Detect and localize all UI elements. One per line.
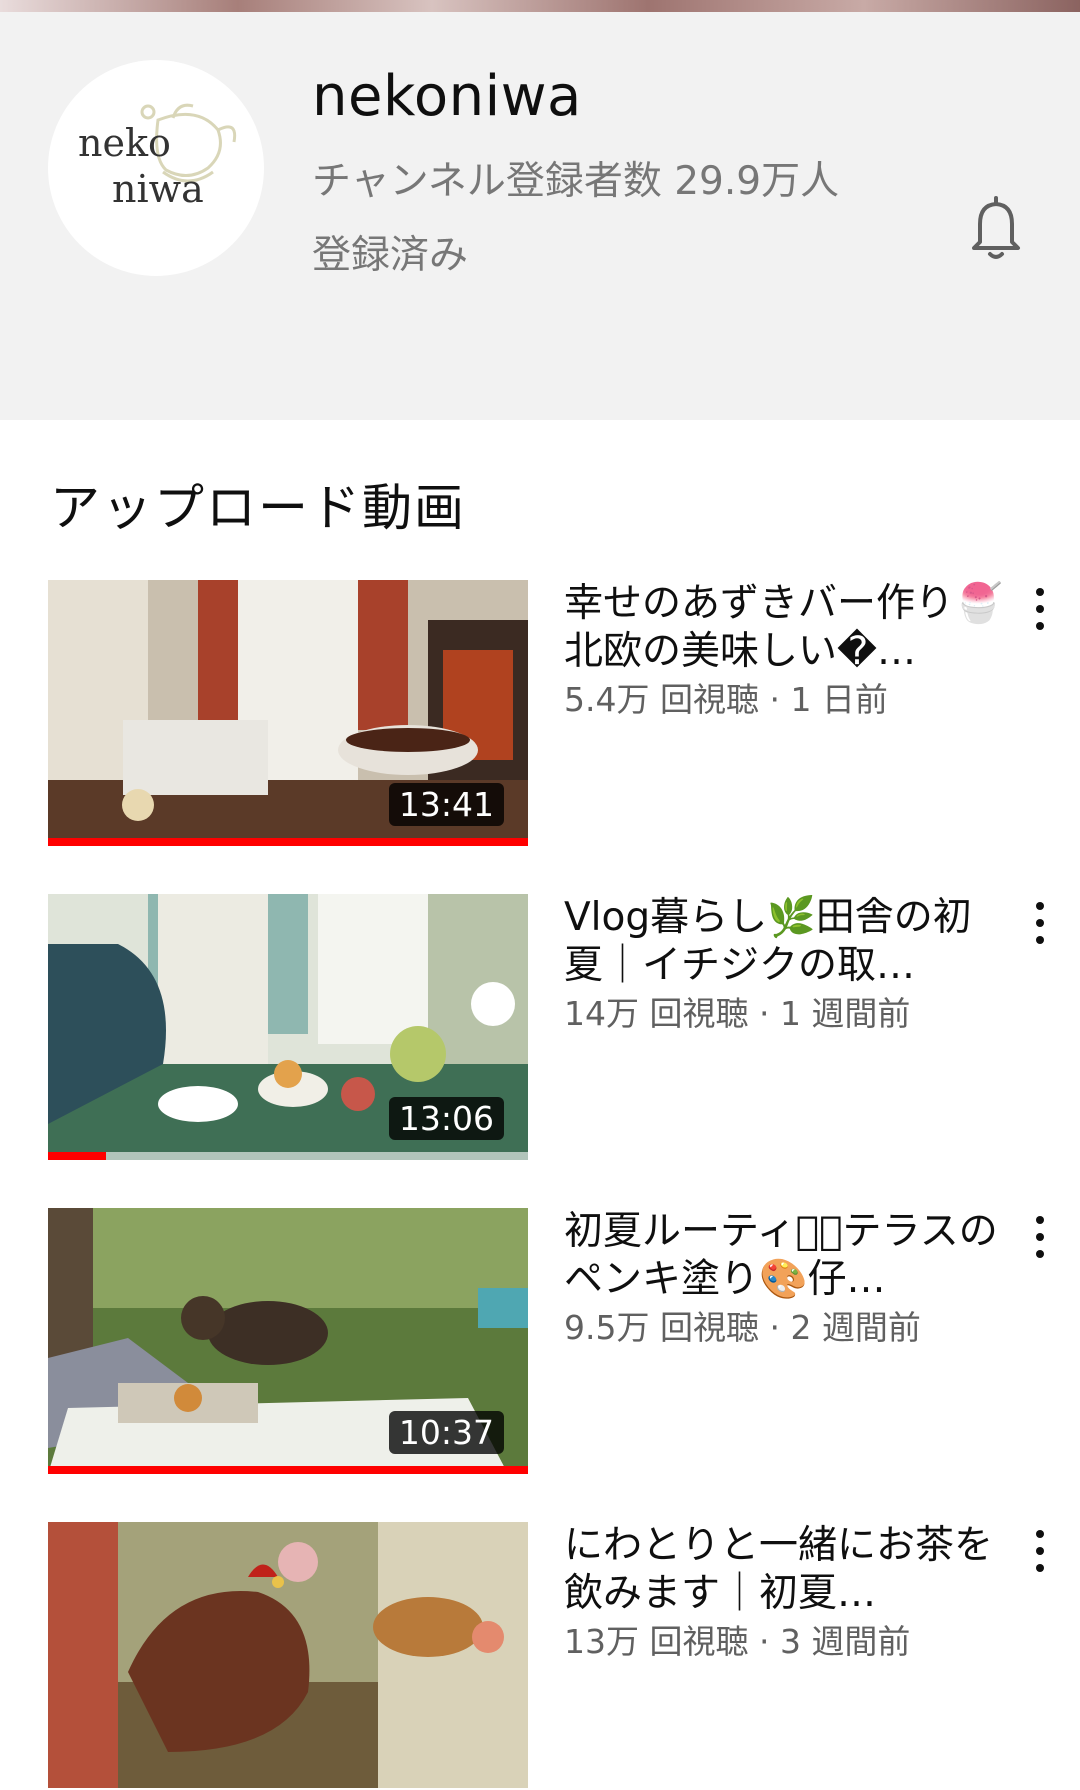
video-title[interactable]: 初夏ルーティン⃒テラスのペンキ塗り🎨仔… [564,1208,1004,1304]
video-duration: 13:06 [388,1097,504,1140]
video-title[interactable]: Vlog暮らし🌿田舎の初夏｜イチジクの取… [564,894,1004,990]
channel-avatar[interactable]: neko niwa [48,60,264,276]
watch-progress [48,1466,528,1474]
channel-name[interactable]: nekoniwa [312,64,582,129]
video-thumbnail[interactable] [48,1522,528,1788]
video-title[interactable]: にわとりと一緒にお茶を飲みます｜初夏… [564,1522,1004,1618]
video-item[interactable]: 13:41 幸せのあずきバー作り🍧北欧の美味しい�… 5.4万 回視聴 · 1 … [0,580,1080,848]
video-thumbnail[interactable]: 10:37 [48,1208,528,1474]
watch-progress [48,838,528,846]
video-item[interactable]: 10:37 初夏ルーティン⃒テラスのペンキ塗り🎨仔… 9.5万 回視聴 · 2 … [0,1208,1080,1476]
more-options-icon[interactable] [1020,1216,1060,1264]
more-options-icon[interactable] [1020,588,1060,636]
watch-progress [48,1152,528,1160]
video-meta: 9.5万 回視聴 · 2 週間前 [564,1308,921,1347]
svg-text:niwa: niwa [112,167,204,211]
video-thumbnail[interactable]: 13:41 [48,580,528,846]
video-duration: 13:41 [388,783,504,826]
video-meta: 14万 回視聴 · 1 週間前 [564,994,911,1033]
video-thumbnail[interactable]: 13:06 [48,894,528,1160]
subscribed-status[interactable]: 登録済み [312,224,468,280]
top-strip [0,0,1080,12]
video-title[interactable]: 幸せのあずきバー作り🍧北欧の美味しい�… [564,580,1004,676]
video-meta: 5.4万 回視聴 · 1 日前 [564,680,888,719]
bell-icon[interactable] [968,192,1024,264]
video-item[interactable]: にわとりと一緒にお茶を飲みます｜初夏… 13万 回視聴 · 3 週間前 [0,1522,1080,1790]
watch-progress-fill [48,1466,528,1474]
video-item[interactable]: 13:06 Vlog暮らし🌿田舎の初夏｜イチジクの取… 14万 回視聴 · 1 … [0,894,1080,1162]
subscriber-count: チャンネル登録者数 29.9万人 [312,159,840,204]
watch-progress-fill [48,1152,106,1160]
uploads-section-title: アップロード動画 [50,479,466,537]
video-duration: 10:37 [388,1411,504,1454]
more-options-icon[interactable] [1020,902,1060,950]
channel-header: neko niwa nekoniwa チャンネル登録者数 29.9万人 登録済み [0,12,1080,420]
video-meta: 13万 回視聴 · 3 週間前 [564,1622,911,1661]
more-options-icon[interactable] [1020,1530,1060,1578]
watch-progress-fill [48,838,528,846]
svg-text:neko: neko [78,121,171,165]
